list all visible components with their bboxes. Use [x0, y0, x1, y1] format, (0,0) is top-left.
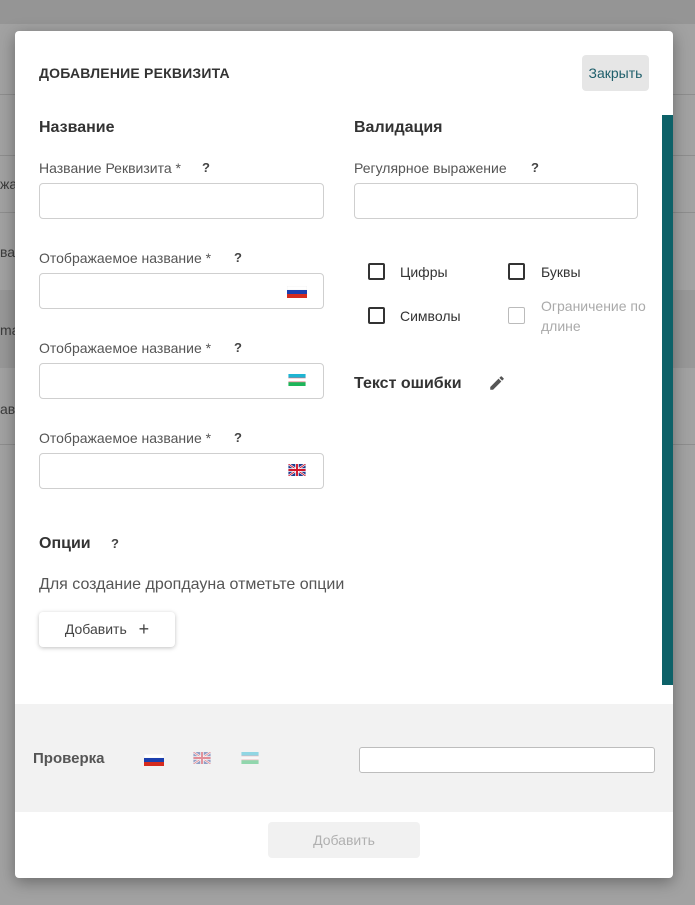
error-text-title: Текст ошибки	[354, 375, 462, 392]
flag-uz-icon[interactable]	[240, 752, 260, 764]
flag-gb-icon[interactable]	[192, 752, 212, 764]
requisite-name-input[interactable]	[39, 183, 324, 219]
letters-checkbox-label: Буквы	[541, 264, 581, 280]
digits-checkbox[interactable]	[368, 263, 385, 280]
help-icon[interactable]: ?	[202, 160, 210, 175]
background-row-text: ав	[0, 401, 16, 417]
requisite-name-label: Название Реквизита *	[39, 160, 181, 176]
background-top-bar	[0, 0, 695, 24]
help-icon[interactable]: ?	[531, 160, 539, 175]
background-row-text: ва	[0, 244, 16, 260]
length-limit-checkbox-label: Ограничение по длине	[541, 298, 646, 334]
display-name-ru-label: Отображаемое название *	[39, 250, 212, 266]
length-limit-checkbox	[508, 307, 525, 324]
close-button[interactable]: Закрыть	[582, 55, 649, 91]
symbols-checkbox-label: Символы	[400, 308, 461, 324]
help-icon[interactable]: ?	[234, 430, 242, 445]
symbols-checkbox[interactable]	[368, 307, 385, 324]
help-icon[interactable]: ?	[234, 250, 242, 265]
flag-uz-icon	[288, 374, 306, 386]
digits-checkbox-label: Цифры	[400, 264, 448, 280]
display-name-en-input[interactable]	[39, 453, 324, 489]
display-name-uz-label: Отображаемое название *	[39, 340, 212, 356]
pencil-edit-icon[interactable]	[488, 374, 506, 392]
check-label: Проверка	[33, 750, 105, 767]
modal-scrollbar[interactable]	[662, 115, 673, 685]
flag-ru-icon[interactable]	[144, 754, 164, 766]
add-option-button[interactable]: Добавить +	[39, 612, 175, 647]
add-requisite-modal: ДОБАВЛЕНИЕ РЕКВИЗИТА Закрыть Название На…	[15, 31, 673, 878]
regex-input[interactable]	[354, 183, 638, 219]
modal-title: ДОБАВЛЕНИЕ РЕКВИЗИТА	[39, 65, 230, 81]
display-name-ru-input[interactable]	[39, 273, 324, 309]
display-name-en-label: Отображаемое название *	[39, 430, 212, 446]
help-icon[interactable]: ?	[234, 340, 242, 355]
flag-ru-icon	[287, 286, 307, 298]
name-section-title: Название	[39, 119, 115, 136]
letters-checkbox[interactable]	[508, 263, 525, 280]
submit-add-button: Добавить	[268, 822, 420, 858]
options-section-title: Опции	[39, 535, 91, 552]
check-panel: Проверка	[15, 704, 673, 812]
validation-section-title: Валидация	[354, 119, 443, 136]
regex-label: Регулярное выражение	[354, 160, 507, 176]
options-description: Для создание дропдауна отметьте опции	[39, 576, 345, 593]
flag-gb-icon	[287, 464, 307, 476]
add-option-label: Добавить	[64, 621, 127, 637]
help-icon[interactable]: ?	[111, 536, 119, 551]
display-name-uz-input[interactable]	[39, 363, 324, 399]
check-input[interactable]	[359, 747, 655, 773]
plus-icon: +	[138, 619, 150, 639]
